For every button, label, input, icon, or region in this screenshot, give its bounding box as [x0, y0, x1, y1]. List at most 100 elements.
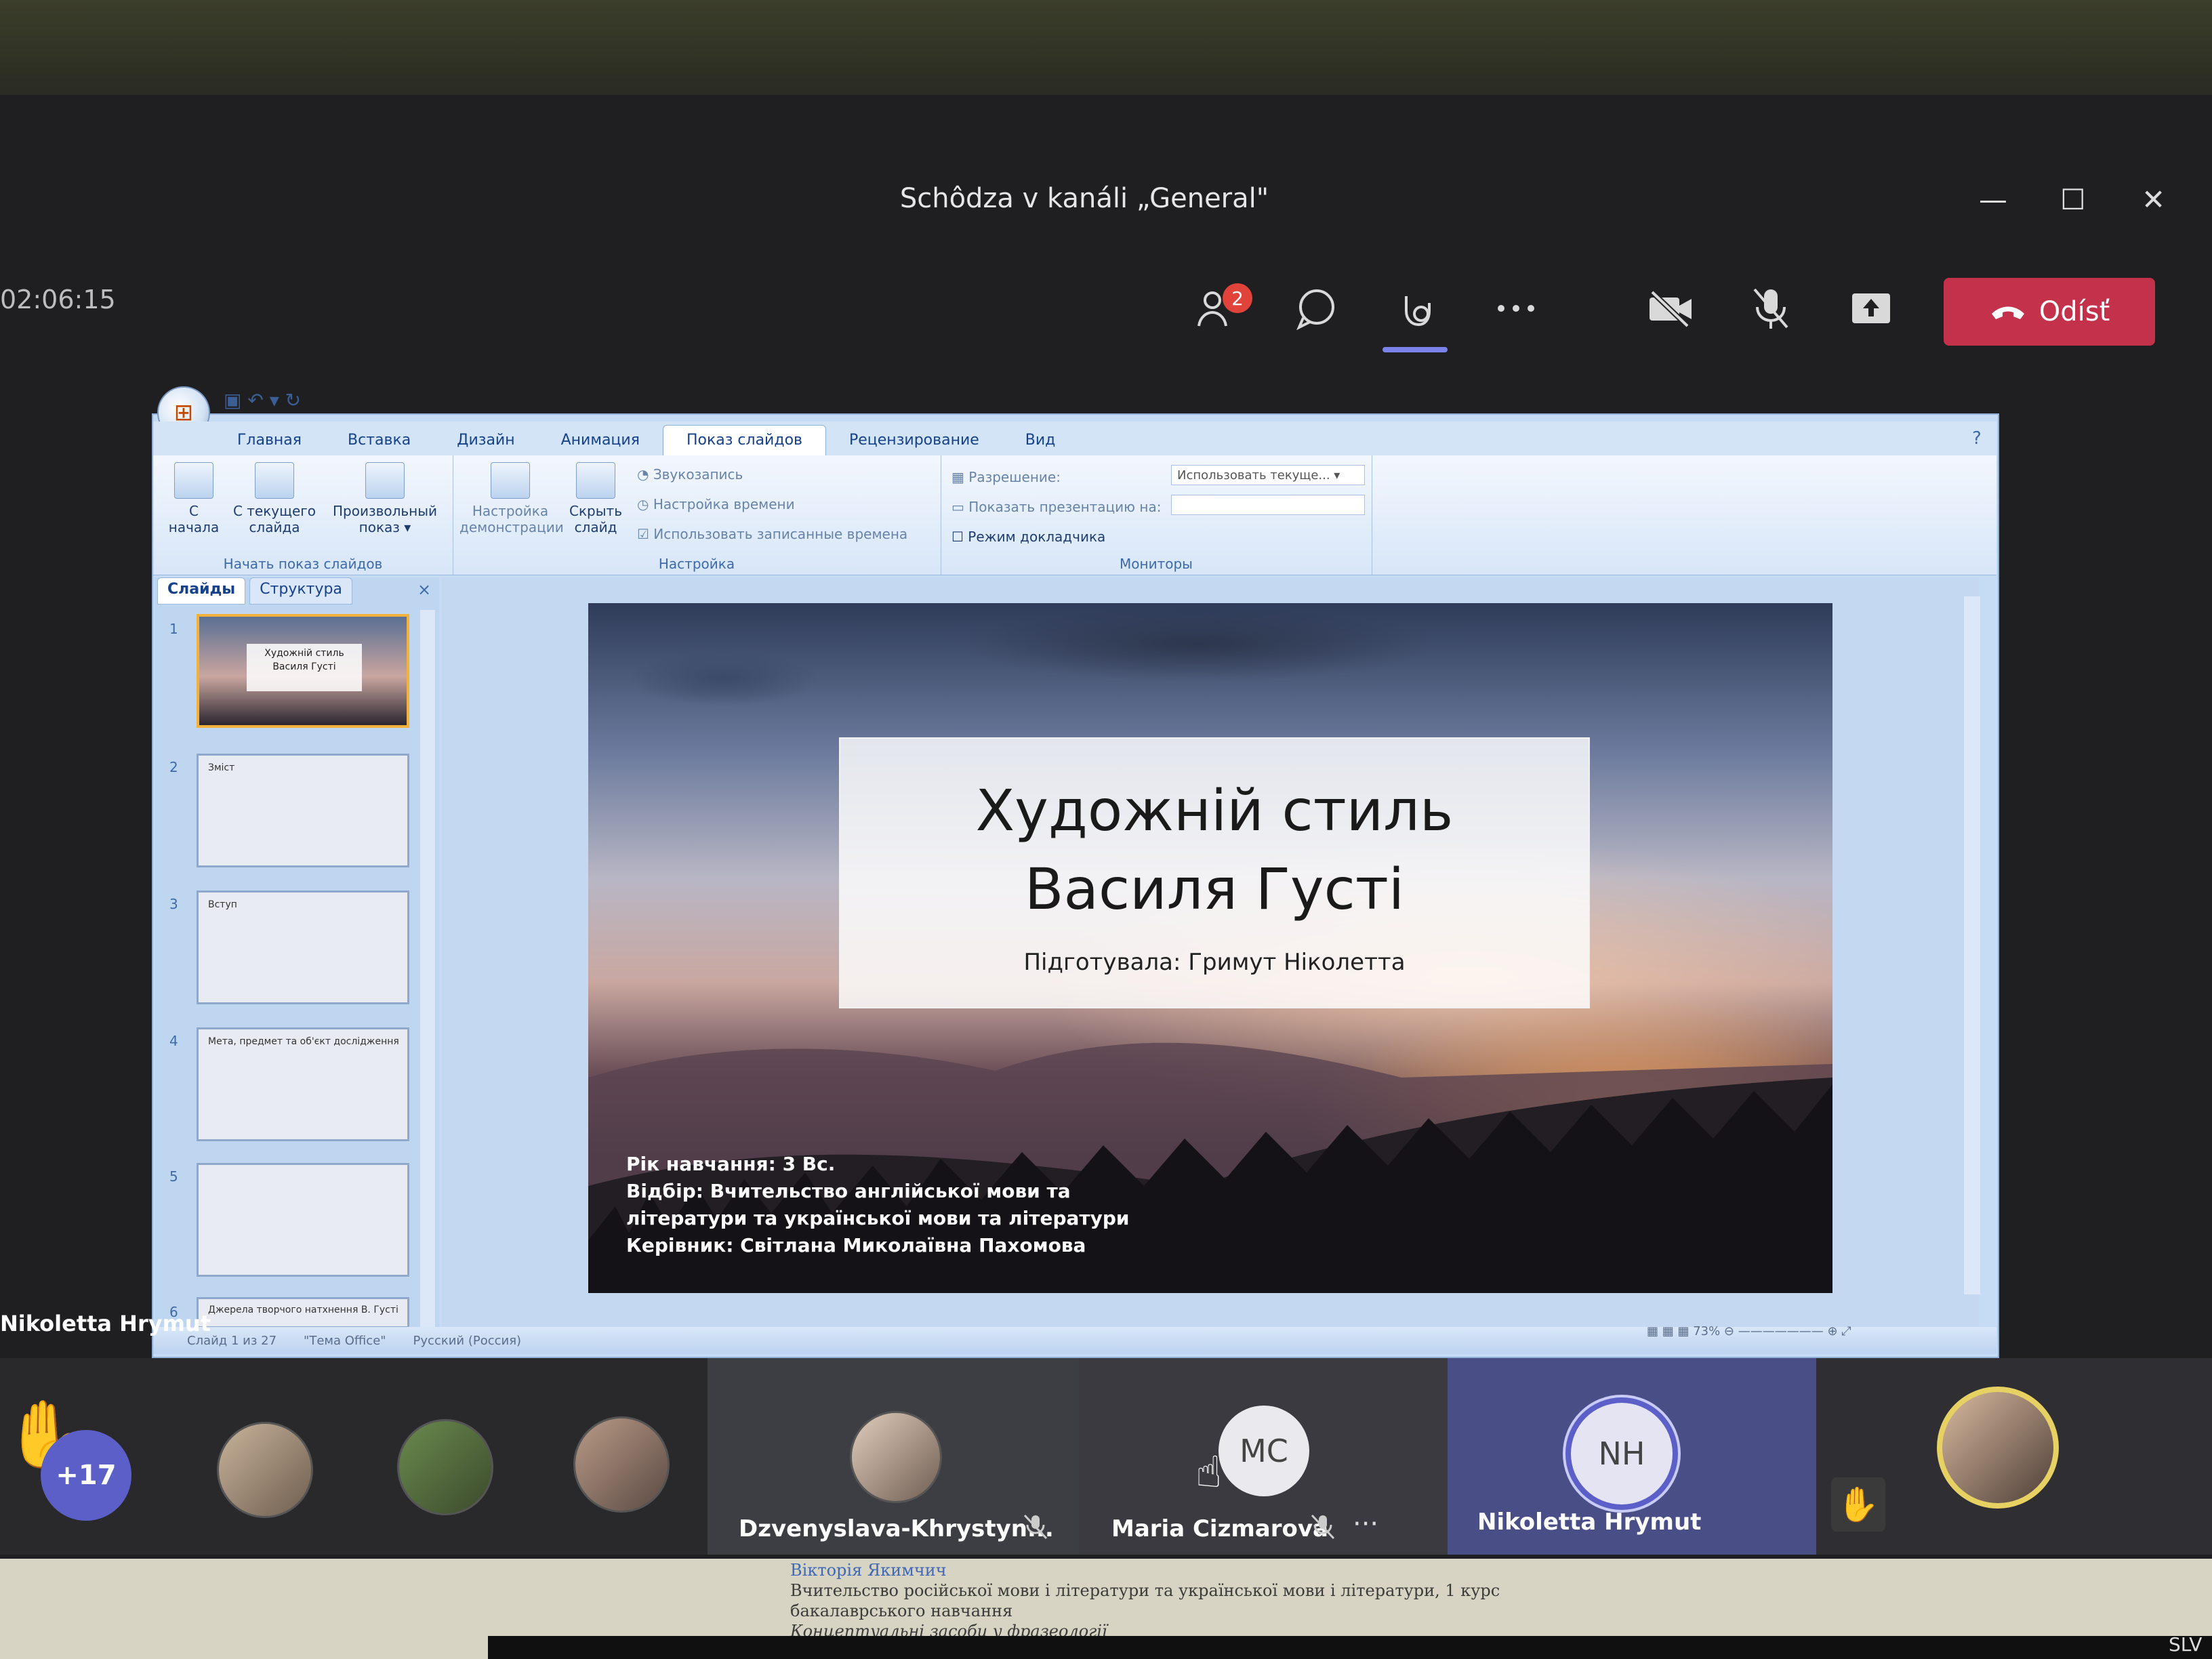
tab-insert[interactable]: Вставка	[325, 426, 434, 455]
chat-icon[interactable]	[1286, 278, 1347, 339]
zoom-level: 73%	[1693, 1324, 1721, 1338]
maximize-button[interactable]: ☐	[2060, 183, 2086, 216]
group-label: Мониторы	[1120, 556, 1193, 572]
help-icon[interactable]: ?	[1972, 428, 1982, 449]
mic-off-icon	[1309, 1513, 1336, 1546]
camera-off-icon[interactable]	[1640, 278, 1701, 339]
presenter-name: Nikoletta Hrymut	[0, 1311, 211, 1336]
thumb-number: 5	[169, 1168, 178, 1185]
tab-home[interactable]: Главная	[214, 426, 325, 455]
participant-avatar[interactable]	[397, 1419, 493, 1515]
thumbnail-slide-5[interactable]	[197, 1163, 409, 1277]
slideshow-start-icon	[174, 462, 213, 499]
zoom-control[interactable]: ▦ ▦ ▦ 73% ⊖ ——————— ⊕ ⤢	[1647, 1324, 1851, 1338]
pane-scrollbar[interactable]	[420, 610, 435, 1328]
theme-name: "Тема Office"	[304, 1333, 386, 1348]
rehearse-timings-button[interactable]: ◷ Настройка времени	[637, 496, 795, 512]
paper-author: Вікторія Якимчич	[790, 1561, 947, 1580]
presenter-view-checkbox[interactable]: ☐ Режим докладчика	[951, 529, 1105, 545]
slideshow-current-icon	[255, 462, 294, 499]
group-monitors: ▦ Разрешение: Использовать текуще... ▾ ▭…	[941, 455, 1372, 575]
thumb-title: Вступ	[208, 899, 237, 910]
resolution-label: ▦ Разрешение:	[951, 469, 1061, 485]
language: Русский (Россия)	[413, 1333, 522, 1348]
participant-name: Maria Cizmarova	[1111, 1515, 1328, 1542]
tab-outline[interactable]: Структура	[249, 577, 352, 605]
monitor-bezel	[0, 0, 2212, 95]
ribbon-tabs: Главная Вставка Дизайн Анимация Показ сл…	[153, 422, 1996, 455]
record-narration-button[interactable]: ◔ Звукозапись	[637, 466, 743, 483]
share-tray-icon[interactable]	[1841, 278, 1902, 339]
tab-slideshow[interactable]: Показ слайдов	[662, 425, 826, 455]
windows-taskbar	[488, 1636, 2212, 1659]
participant-avatar[interactable]	[217, 1422, 313, 1518]
hide-slide-icon	[576, 462, 615, 499]
participant-avatar	[1937, 1387, 2059, 1509]
thumbnail-slide-3[interactable]: Вступ	[197, 890, 409, 1004]
meeting-timer: 02:06:15	[0, 285, 116, 314]
minimize-button[interactable]: —	[1979, 183, 2007, 216]
phone-hangup-icon	[1989, 296, 2027, 327]
more-icon[interactable]	[1486, 278, 1547, 339]
use-timings-checkbox[interactable]: ☑ Использовать записанные времена	[637, 526, 907, 542]
custom-show-button[interactable]: Произвольный показ ▾	[324, 462, 446, 535]
slide-info-text[interactable]: Рік навчання: 3 Вс. Відбір: Вчительство …	[626, 1151, 1130, 1259]
from-beginning-button[interactable]: С начала	[160, 462, 228, 535]
thumb-number: 2	[169, 759, 178, 775]
leave-button[interactable]: Odísť	[1944, 278, 2155, 346]
thumbnail-slide-4[interactable]: Мета, предмет та об'єкт дослідження	[197, 1027, 409, 1141]
thumb-title: Джерела творчого натхнення В. Густі	[208, 1305, 398, 1315]
mic-off-icon[interactable]	[1740, 278, 1801, 339]
tray-language[interactable]: SLV	[2169, 1633, 2202, 1656]
resolution-select[interactable]: Использовать текуще... ▾	[1171, 465, 1365, 485]
editor-scrollbar[interactable]	[1964, 596, 1980, 1294]
more-participants-button[interactable]: +17	[41, 1430, 131, 1521]
participant-name: Dzvenyslava-Khrystyn...	[739, 1515, 1054, 1542]
group-start-slideshow: С начала С текущего слайда Произвольный …	[153, 455, 453, 575]
thumbnail-slide-1[interactable]: Художній стиль Василя Густі	[197, 614, 409, 728]
group-label: Начать показ слайдов	[223, 556, 383, 572]
participant-name: Nikoletta Hrymut	[1477, 1509, 1702, 1536]
participants-badge: 2	[1223, 283, 1252, 313]
show-on-select[interactable]	[1171, 495, 1365, 515]
thumbnail-slide-2[interactable]: Зміст	[197, 754, 409, 867]
quick-access-toolbar[interactable]: ▣ ↶ ▾ ↻	[224, 389, 301, 411]
thumb-number: 1	[169, 621, 178, 637]
participant-more-button[interactable]: ···	[1353, 1509, 1378, 1540]
tab-view[interactable]: Вид	[1002, 426, 1079, 455]
share-content-icon[interactable]	[1385, 278, 1446, 339]
close-button[interactable]: ✕	[2142, 183, 2165, 216]
thumb-title: Мета, предмет та об'єкт дослідження	[208, 1036, 399, 1047]
thumb-number: 4	[169, 1033, 178, 1049]
tab-review[interactable]: Рецензирование	[826, 426, 1002, 455]
slide-title-box[interactable]: Художній стиль Василя Густі Підготувала:…	[839, 737, 1590, 1008]
thumbnail-slide-6[interactable]: Джерела творчого натхнення В. Густі	[197, 1297, 409, 1328]
custom-show-icon	[365, 462, 405, 499]
participant-avatar[interactable]	[573, 1416, 670, 1513]
show-on-label: ▭ Показать презентацию на:	[951, 499, 1162, 515]
tab-animation[interactable]: Анимация	[538, 426, 663, 455]
group-label: Настройка	[658, 556, 735, 572]
paper-text: Вікторія Якимчич Вчительство російської …	[790, 1561, 1500, 1641]
cursor-hand-icon: ☝	[1195, 1448, 1222, 1498]
setup-show-button[interactable]: Настройка демонстрации	[459, 462, 564, 535]
slide-subtitle: Підготувала: Гримут Ніколетта	[1023, 949, 1406, 976]
group-setup: Настройка демонстрации Скрыть слайд ◔ Зв…	[453, 455, 941, 575]
from-current-button[interactable]: С текущего слайда	[230, 462, 319, 535]
thumb-title: Зміст	[208, 762, 235, 773]
mic-off-icon	[1022, 1513, 1049, 1546]
current-slide[interactable]: Художній стиль Василя Густі Підготувала:…	[588, 603, 1832, 1293]
leave-label: Odísť	[2039, 296, 2110, 327]
tab-design[interactable]: Дизайн	[434, 426, 537, 455]
setup-show-icon	[491, 462, 530, 499]
participant-initials: NH	[1571, 1403, 1673, 1504]
thumb-number: 3	[169, 896, 178, 912]
participant-avatar	[850, 1411, 942, 1503]
tab-slides[interactable]: Слайды	[157, 577, 246, 605]
meeting-title: Schôdza v kanáli „General"	[899, 183, 1269, 214]
raised-hand-icon: ✋	[1831, 1477, 1885, 1532]
pane-tabs: Слайды Структура	[157, 577, 352, 605]
thumb-title: Художній стиль Василя Густі	[247, 644, 362, 691]
pane-close-icon[interactable]: ×	[417, 580, 431, 599]
hide-slide-button[interactable]: Скрыть слайд	[565, 462, 626, 535]
